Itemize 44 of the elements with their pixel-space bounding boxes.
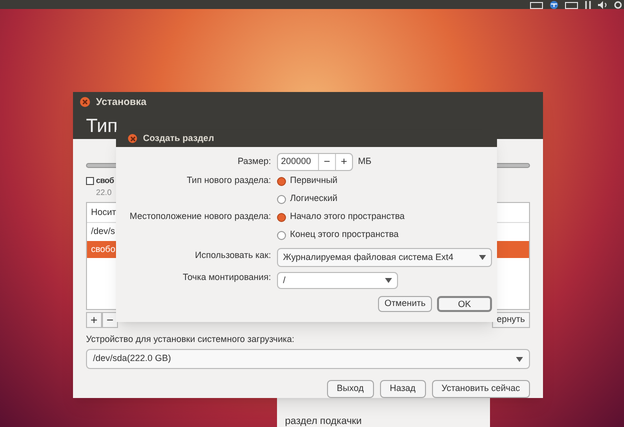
radio-button[interactable]: [277, 212, 286, 222]
keyboard-icon[interactable]: [565, 2, 578, 9]
close-icon[interactable]: [128, 134, 137, 143]
keyboard-icon[interactable]: [530, 2, 543, 9]
list-item[interactable]: раздел подкачки: [285, 414, 490, 427]
radio-label[interactable]: Конец этого пространства: [290, 228, 399, 242]
field-label: Тип нового раздела:: [186, 174, 271, 188]
action-button[interactable]: Установить сейчас: [432, 380, 530, 398]
speaker-icon[interactable]: [598, 1, 608, 9]
mount-point-combo[interactable]: /: [277, 272, 398, 289]
field-label: Точка монтирования:: [182, 271, 271, 284]
radio-button[interactable]: [277, 230, 286, 240]
radio-label[interactable]: Логический: [290, 192, 338, 206]
close-icon[interactable]: [80, 97, 90, 107]
minus-button[interactable]: −: [318, 154, 335, 170]
caret-icon: [385, 278, 392, 283]
field-label: Местоположение нового раздела:: [128, 210, 271, 224]
bootloader-label: Устройство для установки системного загрузчика:: [86, 332, 296, 346]
field-label: Использовать как:: [194, 248, 271, 262]
radio-label[interactable]: Начало этого пространства: [290, 210, 405, 224]
dialog-button[interactable]: OK: [437, 296, 492, 312]
remove-button[interactable]: −: [102, 312, 118, 328]
partition-size: 22.0: [96, 186, 112, 198]
caret-icon: [479, 255, 486, 260]
radio-label[interactable]: Первичный: [290, 174, 338, 188]
field-label: Размер:: [236, 155, 271, 168]
bootloader-combo[interactable]: /dev/sda(222.0 GB): [86, 349, 530, 369]
dialog-button[interactable]: Отменить: [378, 296, 432, 312]
add-button[interactable]: +: [86, 312, 102, 328]
radio-button[interactable]: [277, 176, 286, 186]
action-button[interactable]: Выход: [326, 380, 374, 398]
filesystem-combo[interactable]: Журналируемая файловая система Ext4: [277, 248, 492, 267]
checkbox[interactable]: [86, 176, 94, 184]
page-heading: Тип: [85, 115, 119, 136]
action-button[interactable]: Назад: [380, 380, 426, 398]
unit-label: МБ: [358, 155, 372, 168]
plus-button[interactable]: +: [335, 154, 352, 170]
window-title: Установка: [96, 96, 146, 110]
partition-label: своб: [96, 174, 114, 186]
gear-icon[interactable]: [614, 1, 622, 9]
caret-icon: [516, 356, 523, 362]
size-spinbox[interactable]: 200000 − +: [277, 153, 353, 171]
dialog-title: Создать раздел: [143, 132, 214, 145]
radio-button[interactable]: [277, 194, 286, 204]
